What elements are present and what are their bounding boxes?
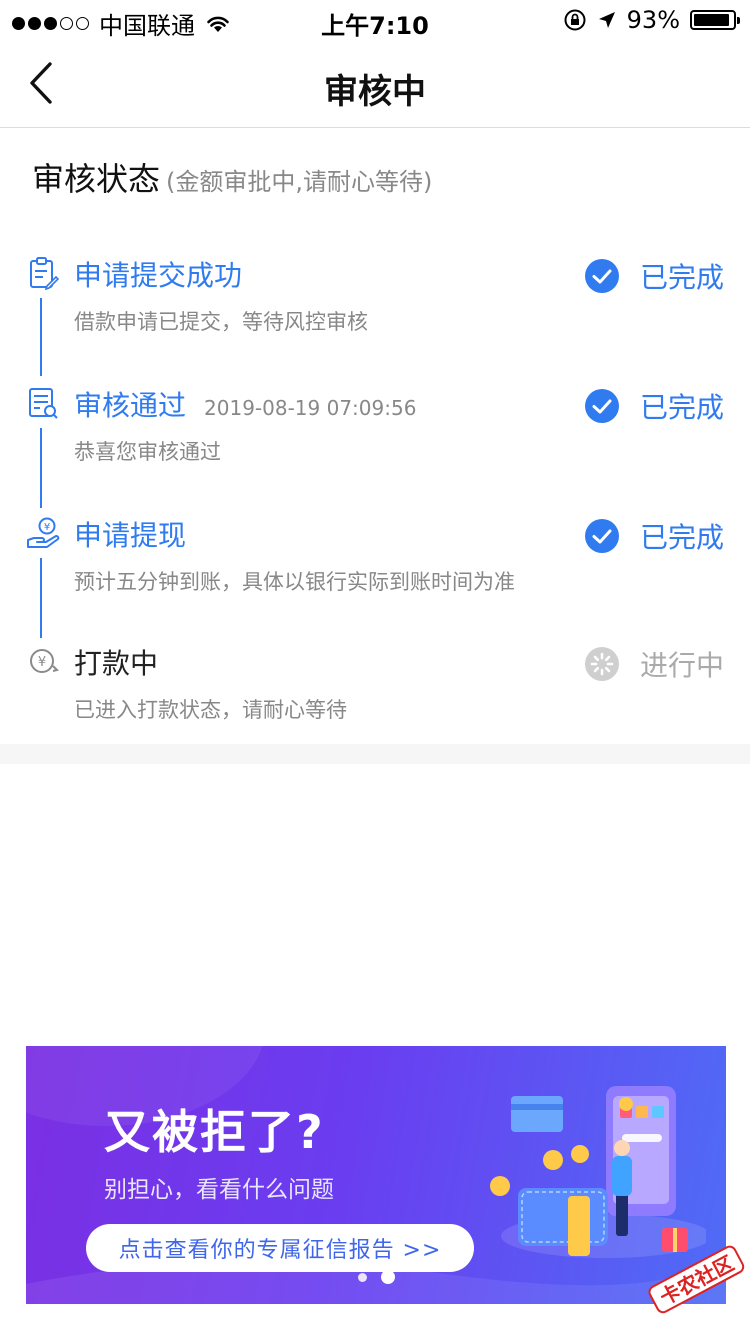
status-bar: 中国联通 上午7:10 93% [0, 0, 750, 40]
pager-dot[interactable] [358, 1272, 367, 1282]
hand-yuan-icon: ¥ [27, 517, 60, 548]
battery-label: 93% [626, 6, 680, 34]
location-icon [598, 12, 615, 28]
pager-dot-active[interactable] [381, 1270, 395, 1284]
step-state: 已完成 [584, 256, 724, 296]
step-state-label: 已完成 [640, 521, 725, 554]
check-circle-icon [585, 519, 619, 553]
step-name: 审核通过 2019-08-19 07:09:56 [74, 389, 417, 422]
section-divider [0, 744, 750, 764]
step-state-label: 已完成 [640, 391, 725, 424]
svg-text:¥: ¥ [38, 655, 46, 670]
step-name: 申请提现 [74, 519, 187, 552]
step-state: 进行中 [584, 644, 724, 684]
step-item: 审核通过 2019-08-19 07:09:56 恭喜您审核通过 已完成 [0, 386, 750, 496]
section-title: 审核状态 (金额审批中,请耐心等待) [32, 154, 432, 200]
section-subtitle: (金额审批中,请耐心等待) [166, 168, 433, 196]
banner-subline: 别担心，看看什么问题 [104, 1177, 334, 1203]
yuan-cycle-icon: ¥ [30, 649, 59, 673]
step-state: 已完成 [584, 516, 724, 556]
loading-spinner-icon [585, 647, 619, 681]
step-time: 2019-08-19 07:09:56 [204, 396, 417, 420]
step-desc: 预计五分钟到账，具体以银行实际到账时间为准 [74, 570, 515, 594]
step-desc: 恭喜您审核通过 [74, 440, 221, 464]
nav-bar: 审核中 [0, 40, 750, 128]
section-title-text: 审核状态 [32, 160, 161, 198]
step-state: 已完成 [584, 386, 724, 426]
check-circle-icon [585, 259, 619, 293]
step-desc: 已进入打款状态，请耐心等待 [74, 698, 347, 722]
promo-banner[interactable]: 又被拒了? 别担心，看看什么问题 点击查看你的专属征信报告 >> [26, 1046, 726, 1304]
watermark-logo: 卡农社区 [648, 1245, 745, 1314]
step-item: ¥ 打款中 已进入打款状态，请耐心等待 进行中 [0, 644, 750, 754]
status-right: 93% [563, 6, 740, 34]
banner-headline: 又被拒了? [104, 1105, 325, 1159]
svg-text:¥: ¥ [44, 522, 50, 533]
step-desc: 借款申请已提交，等待风控审核 [74, 310, 368, 334]
wallet-phone-illustration [490, 1086, 706, 1258]
step-item: ¥ 申请提现 预计五分钟到账，具体以银行实际到账时间为准 已完成 [0, 516, 750, 626]
step-name: 申请提交成功 [74, 259, 243, 292]
clipboard-edit-icon [30, 257, 60, 290]
page-title: 审核中 [324, 72, 426, 112]
credit-report-button[interactable]: 点击查看你的专属征信报告 >> [86, 1224, 474, 1272]
battery-icon [690, 10, 740, 30]
check-circle-icon [585, 389, 619, 423]
step-name: 打款中 [74, 647, 159, 680]
step-item: 申请提交成功 借款申请已提交，等待风控审核 已完成 [0, 256, 750, 366]
step-state-label: 已完成 [640, 261, 725, 294]
orientation-lock-icon [564, 9, 586, 31]
document-search-icon [29, 388, 58, 419]
banner-pager [358, 1270, 395, 1284]
step-state-label: 进行中 [640, 649, 725, 682]
